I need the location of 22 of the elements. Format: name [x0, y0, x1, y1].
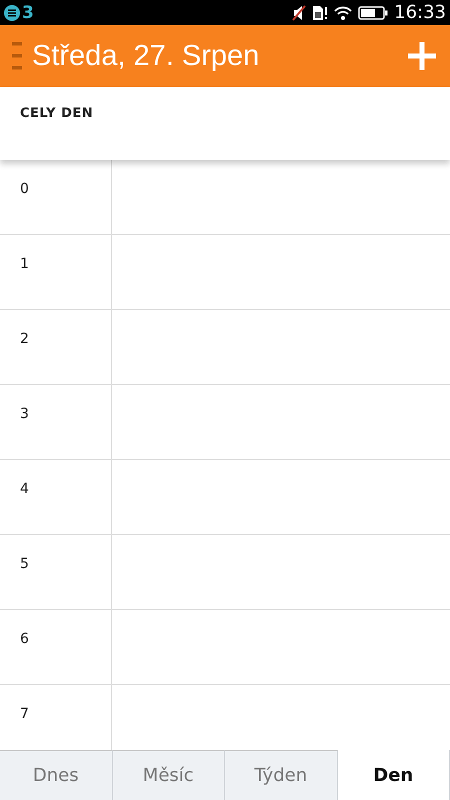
clock-time: 16:33 [394, 2, 446, 23]
view-tab[interactable]: Měsíc [112, 750, 225, 800]
hour-label: 7 [20, 706, 29, 722]
view-tab[interactable]: Dnes [0, 750, 112, 800]
battery-icon [358, 6, 388, 20]
add-event-button[interactable] [406, 40, 438, 72]
hour-label: 3 [20, 406, 29, 422]
date-title: Středa, 27. Srpen [32, 40, 260, 72]
view-tab[interactable]: Týden [225, 750, 338, 800]
hour-label: 6 [20, 631, 29, 647]
sim-card-icon [312, 4, 328, 20]
hour-label: 1 [20, 256, 29, 272]
hour-label: 2 [20, 331, 29, 347]
hour-label: 5 [20, 556, 29, 572]
notification-icon [4, 4, 20, 20]
menu-icon[interactable] [12, 42, 22, 70]
hour-label: 0 [20, 181, 29, 197]
muted-speaker-icon [292, 4, 306, 20]
hour-label: 4 [20, 481, 29, 497]
notification-count: 3 [22, 2, 34, 22]
all-day-label: CELY DEN [20, 106, 94, 121]
wifi-icon [334, 6, 352, 20]
